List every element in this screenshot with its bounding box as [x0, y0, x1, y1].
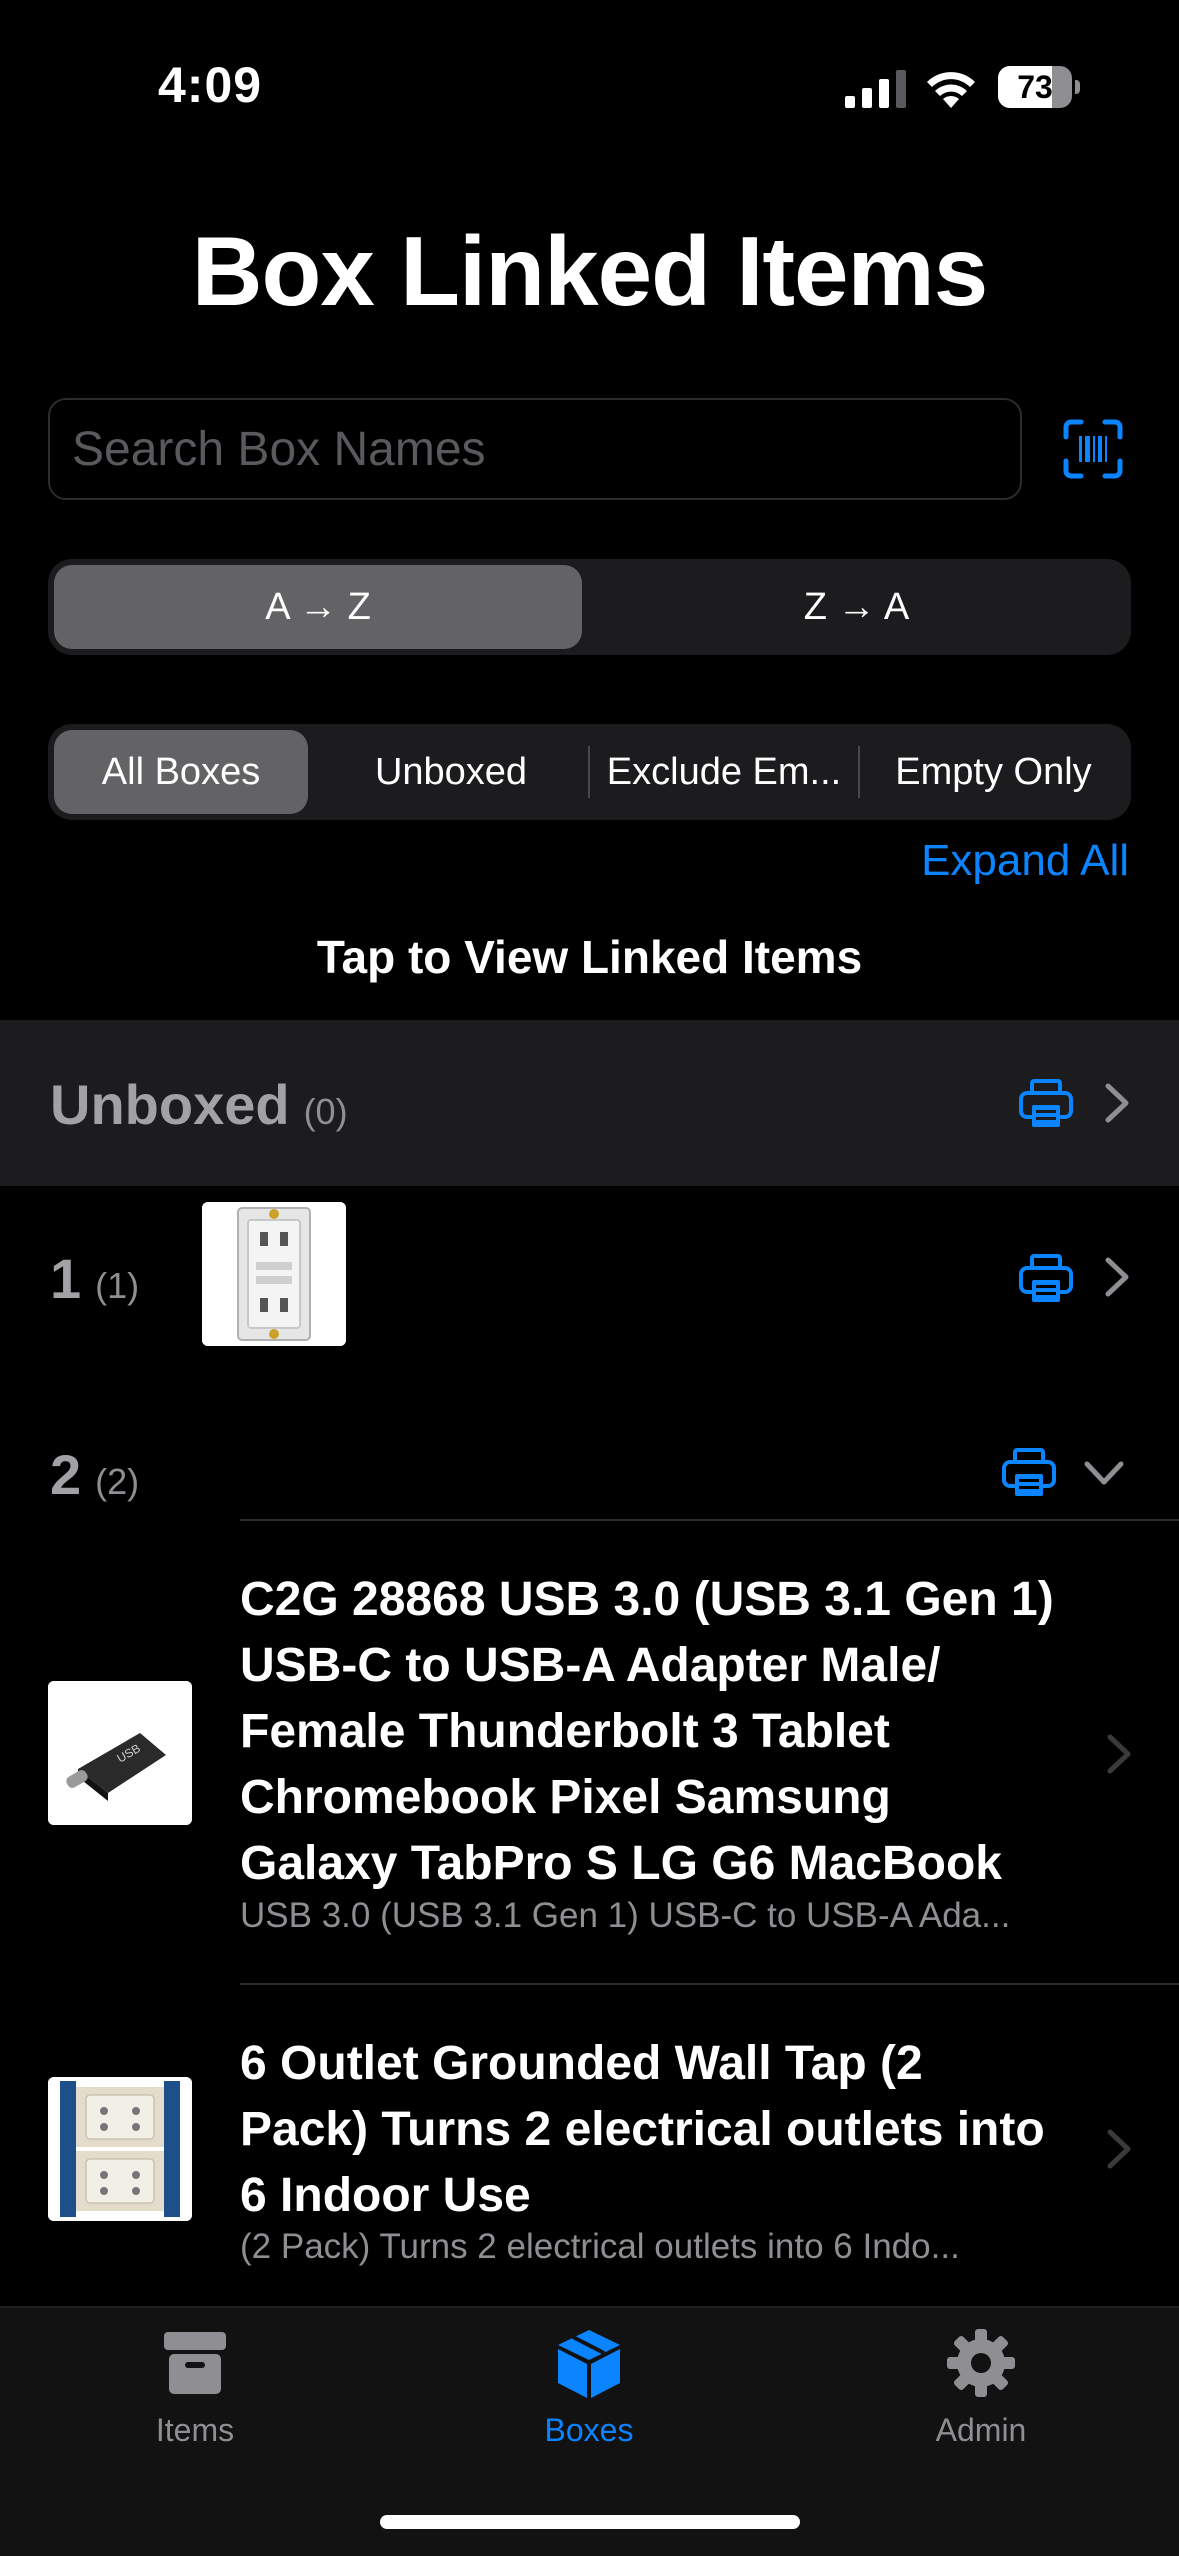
box-item-count: (0)	[303, 1091, 348, 1132]
tab-items[interactable]: Items	[95, 2326, 295, 2449]
printer-icon[interactable]	[1019, 1079, 1073, 1129]
cellular-signal-icon	[845, 70, 906, 108]
box-filter-control[interactable]: All Boxes Unboxed Exclude Em... Empty On…	[48, 724, 1131, 820]
item-title: C2G 28868 USB 3.0 (USB 3.1 Gen 1) USB-C …	[240, 1573, 1054, 1890]
tab-label: Boxes	[544, 2412, 634, 2448]
filter-unboxed[interactable]: Unboxed	[318, 730, 584, 814]
tab-admin[interactable]: Admin	[881, 2326, 1081, 2449]
search-box-names-field[interactable]	[48, 398, 1022, 500]
printer-icon[interactable]	[1002, 1448, 1056, 1498]
tab-label: Admin	[935, 2412, 1027, 2448]
wifi-icon	[927, 72, 975, 108]
printer-icon[interactable]	[1019, 1254, 1073, 1304]
chevron-right-icon[interactable]	[1106, 1733, 1132, 1775]
sort-order-control[interactable]: A → Z Z → A	[48, 559, 1131, 655]
status-time: 4:09	[158, 57, 263, 113]
battery-percentage: 73	[1017, 69, 1053, 105]
filter-all-boxes[interactable]: All Boxes	[54, 730, 308, 814]
outlet-thumbnail	[202, 1202, 346, 1346]
sort-z-to-a[interactable]: Z → A	[588, 565, 1125, 649]
box-item-count: (1)	[95, 1265, 140, 1306]
list-item[interactable]: USB C2G 28868 USB 3.0 (USB 3.1 Gen 1) US…	[0, 1521, 1179, 1983]
sort-a-to-z[interactable]: A → Z	[54, 565, 582, 649]
item-subtitle: (2 Pack) Turns 2 electrical outlets into…	[240, 2227, 960, 2266]
archive-box-icon	[164, 2332, 226, 2394]
segment-divider	[858, 746, 860, 798]
status-bar: 4:09 73	[0, 0, 1179, 150]
usb-adapter-thumbnail: USB	[48, 1681, 192, 1825]
wall-tap-thumbnail	[48, 2077, 192, 2221]
search-input[interactable]	[50, 400, 1020, 498]
chevron-right-icon[interactable]	[1104, 1082, 1130, 1124]
box-row-2[interactable]: 2 (2)	[0, 1410, 1179, 1520]
chevron-right-icon[interactable]	[1104, 1256, 1130, 1298]
filter-empty-only[interactable]: Empty Only	[862, 730, 1125, 814]
chevron-down-icon[interactable]	[1083, 1460, 1125, 1486]
battery-icon: 73	[998, 66, 1080, 108]
chevron-right-icon[interactable]	[1106, 2128, 1132, 2170]
item-subtitle: USB 3.0 (USB 3.1 Gen 1) USB-C to USB-A A…	[240, 1896, 1011, 1935]
home-indicator	[380, 2515, 800, 2529]
filter-exclude-empty[interactable]: Exclude Em...	[592, 730, 856, 814]
segment-divider	[588, 746, 590, 798]
box-row-1[interactable]: 1 (1)	[0, 1186, 1179, 1366]
box-name: Unboxed (0)	[50, 1073, 348, 1136]
tab-boxes[interactable]: Boxes	[489, 2326, 689, 2449]
box-name: 1 (1)	[50, 1247, 140, 1310]
box-name: 2 (2)	[50, 1443, 140, 1506]
expand-all-button[interactable]: Expand All	[921, 836, 1129, 886]
item-title: 6 Outlet Grounded Wall Tap (2 Pack) Turn…	[240, 2037, 1045, 2222]
page-title: Box Linked Items	[191, 216, 988, 326]
list-item[interactable]: 6 Outlet Grounded Wall Tap (2 Pack) Turn…	[0, 1985, 1179, 2305]
gear-icon	[947, 2329, 1015, 2397]
tab-label: Items	[155, 2412, 235, 2448]
cube-box-icon	[558, 2330, 620, 2398]
tap-hint: Tap to View Linked Items	[316, 931, 863, 983]
box-item-count: (2)	[95, 1461, 140, 1502]
barcode-scan-icon[interactable]	[1063, 419, 1123, 479]
box-row-unboxed[interactable]: Unboxed (0)	[0, 1020, 1179, 1186]
